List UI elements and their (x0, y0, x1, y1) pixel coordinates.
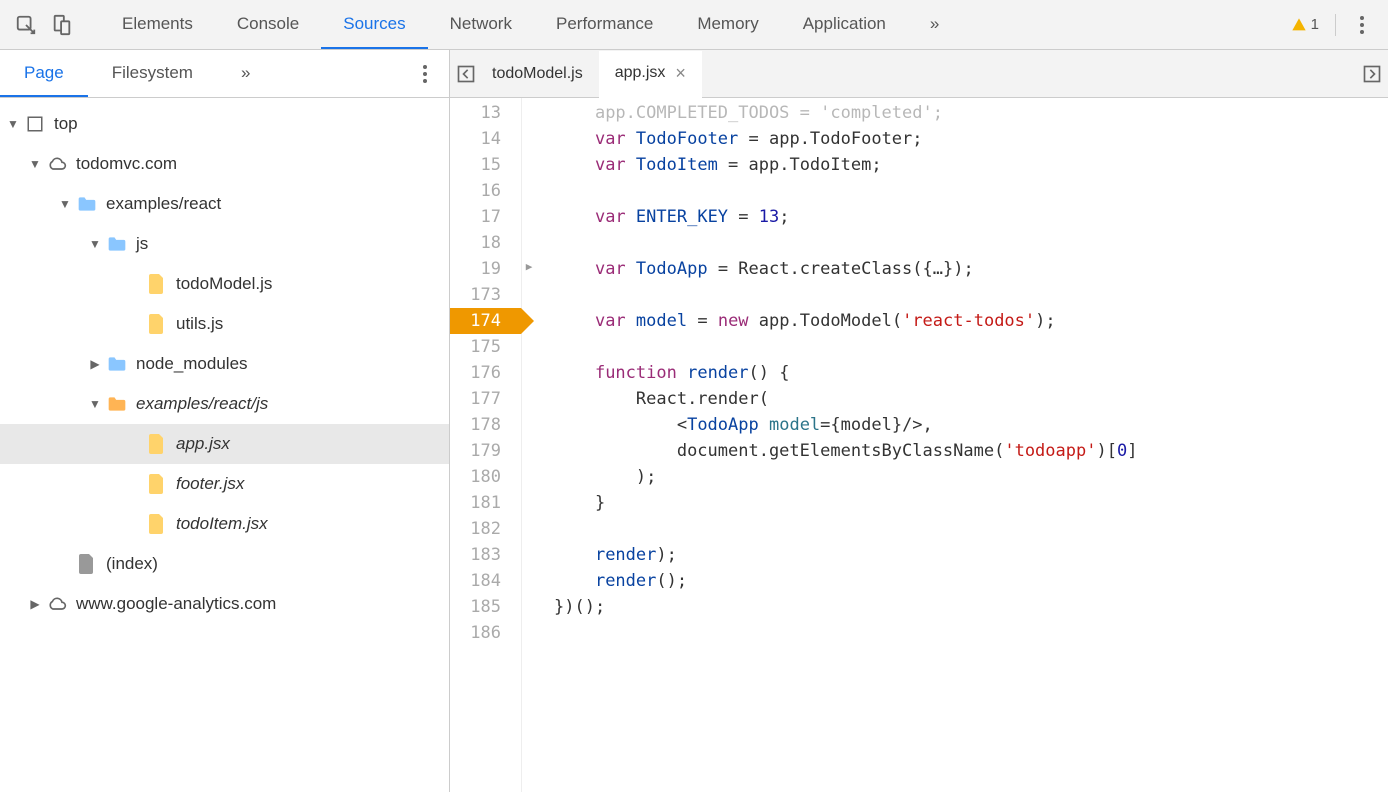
line-number-gutter[interactable]: 13 14 15 16 17 18 19 173 174 175 176 177… (450, 98, 522, 792)
breakpoint-marker[interactable]: 174 (450, 308, 521, 334)
warnings-badge[interactable]: 1 (1291, 16, 1319, 33)
tree-item-examples-react[interactable]: ▼ examples/react (0, 184, 449, 224)
cloud-icon (46, 153, 68, 175)
tree-item-utils[interactable]: utils.js (0, 304, 449, 344)
file-js-icon (146, 313, 168, 335)
tab-label: app.jsx (615, 64, 666, 82)
file-js-icon (146, 513, 168, 535)
code-line: var model = new app.TodoModel('react-tod… (554, 308, 1388, 334)
code-line: document.getElementsByClassName('todoapp… (554, 438, 1388, 464)
tab-sources[interactable]: Sources (321, 0, 427, 49)
code-line: <TodoApp model={model}/>, (554, 412, 1388, 438)
chevron-right-icon: ▶ (28, 597, 42, 611)
navigator-tab-filesystem[interactable]: Filesystem (88, 50, 217, 97)
code-line: var ENTER_KEY = 13; (554, 204, 1388, 230)
show-debugger-icon[interactable] (1362, 64, 1382, 84)
tree-item-js[interactable]: ▼ js (0, 224, 449, 264)
code-line: function render() { (554, 360, 1388, 386)
chevron-right-icon: ▶ (88, 357, 102, 371)
tree-item-top[interactable]: ▼ top (0, 104, 449, 144)
tab-elements[interactable]: Elements (100, 0, 215, 49)
editor-tab-app-jsx[interactable]: app.jsx × (599, 51, 702, 98)
code-content[interactable]: app.COMPLETED_TODOS = 'completed'; var T… (536, 98, 1388, 792)
code-line: } (554, 490, 1388, 516)
warnings-count: 1 (1311, 16, 1319, 33)
chevron-down-icon: ▼ (6, 117, 20, 131)
code-line: React.render( (554, 386, 1388, 412)
navigator-tabs-overflow[interactable]: » (217, 50, 274, 97)
cloud-icon (46, 593, 68, 615)
navigator-tabs: Page Filesystem » (0, 50, 449, 98)
folder-icon (106, 353, 128, 375)
tab-application[interactable]: Application (781, 0, 908, 49)
tree-item-examples-react-js[interactable]: ▼ examples/react/js (0, 384, 449, 424)
file-icon (76, 553, 98, 575)
code-line: })(); (554, 594, 1388, 620)
code-line: var TodoItem = app.TodoItem; (554, 152, 1388, 178)
divider (1335, 14, 1336, 36)
tabs-overflow[interactable]: » (908, 0, 961, 49)
tree-item-todomodel[interactable]: todoModel.js (0, 264, 449, 304)
frame-icon (24, 113, 46, 135)
tab-console[interactable]: Console (215, 0, 321, 49)
devtools-main-tabs: Elements Console Sources Network Perform… (0, 0, 1388, 50)
settings-menu-icon[interactable] (1352, 13, 1372, 37)
editor-tabs: todoModel.js app.jsx × (450, 50, 1388, 98)
code-line: ); (554, 464, 1388, 490)
editor-panel: todoModel.js app.jsx × 13 14 15 16 17 18… (450, 50, 1388, 792)
close-icon[interactable]: × (675, 63, 686, 84)
code-line (554, 516, 1388, 542)
file-js-icon (146, 473, 168, 495)
code-line (554, 282, 1388, 308)
tree-item-google-analytics[interactable]: ▶ www.google-analytics.com (0, 584, 449, 624)
show-navigator-icon[interactable] (456, 64, 476, 84)
code-line (554, 230, 1388, 256)
warning-icon (1291, 17, 1307, 33)
tab-performance[interactable]: Performance (534, 0, 675, 49)
fold-icon[interactable]: ▶ (522, 254, 536, 280)
tree-item-index[interactable]: (index) (0, 544, 449, 584)
editor-tab-todomodel[interactable]: todoModel.js (476, 50, 599, 97)
navigator-panel: Page Filesystem » ▼ top ▼ todomvc.com ▼ … (0, 50, 450, 792)
chevron-down-icon: ▼ (28, 157, 42, 171)
navigator-menu-icon[interactable] (415, 62, 435, 86)
fold-gutter: ▶ (522, 98, 536, 792)
code-line (554, 178, 1388, 204)
code-line: var TodoApp = React.createClass({…}); (554, 256, 1388, 282)
code-line (554, 334, 1388, 360)
file-js-icon (146, 433, 168, 455)
chevron-down-icon: ▼ (58, 197, 72, 211)
tree-item-footer-jsx[interactable]: footer.jsx (0, 464, 449, 504)
tab-memory[interactable]: Memory (675, 0, 780, 49)
folder-icon (106, 233, 128, 255)
tab-network[interactable]: Network (428, 0, 534, 49)
tree-item-node-modules[interactable]: ▶ node_modules (0, 344, 449, 384)
inspect-element-icon[interactable] (8, 7, 44, 43)
code-line: render); (554, 542, 1388, 568)
tree-item-todoitem-jsx[interactable]: todoItem.jsx (0, 504, 449, 544)
navigator-tab-page[interactable]: Page (0, 50, 88, 97)
sources-panel: Page Filesystem » ▼ top ▼ todomvc.com ▼ … (0, 50, 1388, 792)
folder-icon (76, 193, 98, 215)
file-tree: ▼ top ▼ todomvc.com ▼ examples/react ▼ j… (0, 98, 449, 792)
tree-item-app-jsx[interactable]: app.jsx (0, 424, 449, 464)
code-line: var TodoFooter = app.TodoFooter; (554, 126, 1388, 152)
chevron-down-icon: ▼ (88, 397, 102, 411)
file-js-icon (146, 273, 168, 295)
device-toolbar-icon[interactable] (44, 7, 80, 43)
tab-label: todoModel.js (492, 65, 583, 83)
chevron-down-icon: ▼ (88, 237, 102, 251)
source-code-editor[interactable]: 13 14 15 16 17 18 19 173 174 175 176 177… (450, 98, 1388, 792)
code-line: render(); (554, 568, 1388, 594)
folder-icon (106, 393, 128, 415)
tree-item-todomvc[interactable]: ▼ todomvc.com (0, 144, 449, 184)
code-line (554, 620, 1388, 646)
code-line: app.COMPLETED_TODOS = 'completed'; (554, 100, 1388, 126)
